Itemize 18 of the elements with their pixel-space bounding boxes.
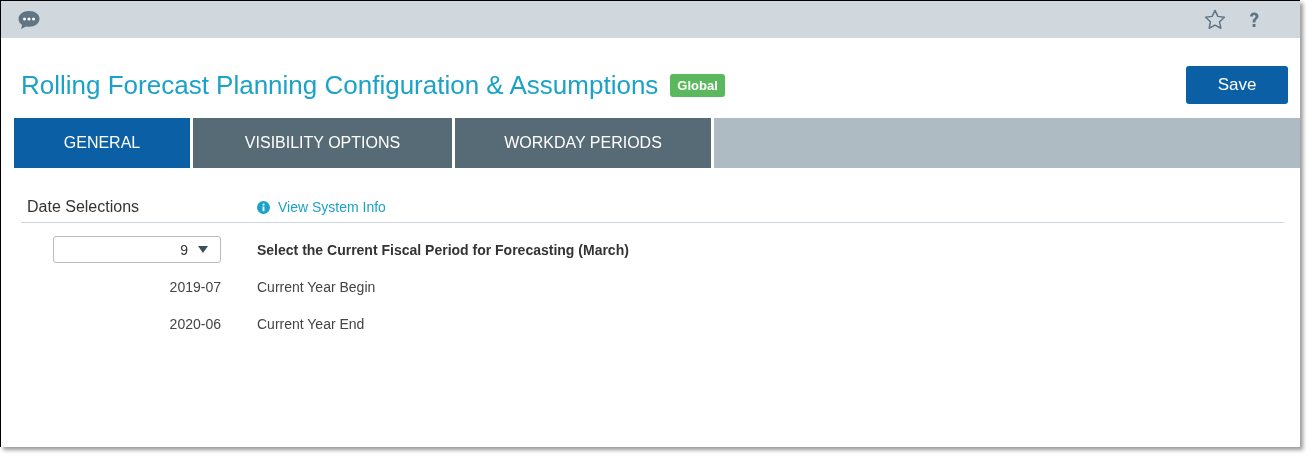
scope-badge: Global xyxy=(670,73,725,97)
caret-icon xyxy=(198,246,208,253)
help-icon[interactable] xyxy=(1248,10,1260,29)
info-icon xyxy=(257,200,270,214)
section-title: Date Selections xyxy=(27,198,141,216)
period-dropdown[interactable]: 9 xyxy=(53,236,221,263)
tab[interactable]: WORKDAY PERIODS xyxy=(455,118,711,168)
page-title: Rolling Forecast Planning Configuration & Assumptions xyxy=(21,69,659,101)
tab[interactable]: VISIBILITY OPTIONS xyxy=(193,118,452,168)
star-icon[interactable] xyxy=(1204,9,1226,30)
date-value: 2020-06 xyxy=(169,315,221,332)
tab[interactable]: GENERAL xyxy=(14,118,190,168)
field-label: Current Year End xyxy=(257,315,365,332)
date-value: 2019-07 xyxy=(169,278,221,295)
save-button[interactable]: Save xyxy=(1186,66,1288,104)
chat-icon[interactable] xyxy=(17,9,41,30)
field-label: Select the Current Fiscal Period for Forecasting (March) xyxy=(257,241,629,258)
field-label: Current Year Begin xyxy=(257,278,376,295)
